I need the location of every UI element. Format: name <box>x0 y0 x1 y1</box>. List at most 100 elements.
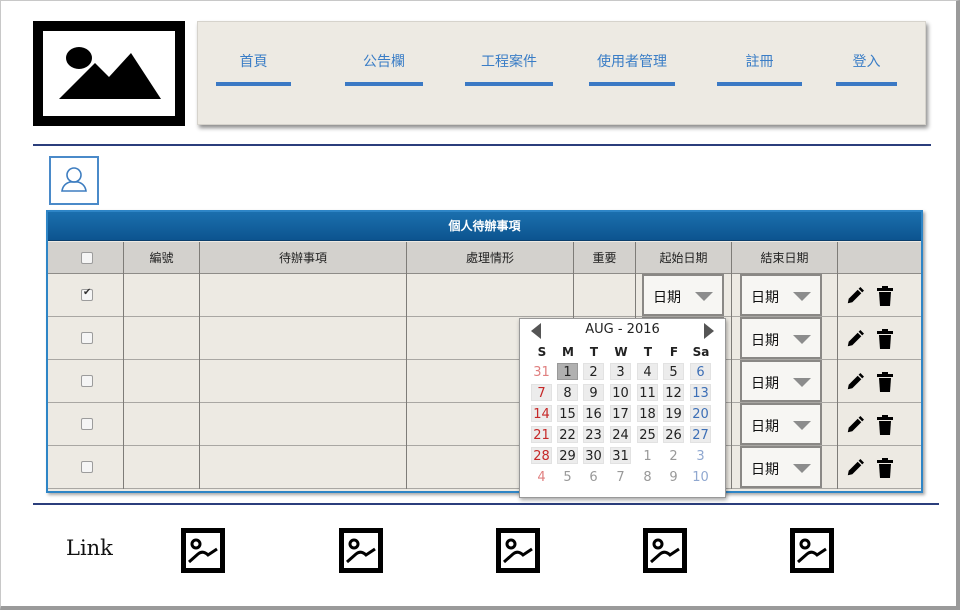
footer-image-link[interactable] <box>339 528 383 573</box>
table-row: 日期 日期 <box>48 274 921 317</box>
site-logo[interactable] <box>33 21 185 126</box>
calendar-day[interactable]: 30 <box>583 447 604 464</box>
row-checkbox[interactable] <box>81 461 93 473</box>
row-select-cell <box>48 317 124 360</box>
end-date-dropdown[interactable]: 日期 <box>740 274 822 316</box>
calendar-day[interactable]: 3 <box>610 363 631 380</box>
calendar-day[interactable]: 15 <box>557 405 578 422</box>
edit-pencil-icon[interactable] <box>846 329 864 349</box>
calendar-day[interactable]: 26 <box>663 426 684 443</box>
calendar-day[interactable]: 24 <box>610 426 631 443</box>
calendar-day[interactable]: 22 <box>557 426 578 443</box>
id-cell[interactable] <box>124 274 200 317</box>
calendar-day[interactable]: 8 <box>557 384 578 401</box>
nav-item-register[interactable]: 註冊 <box>717 52 802 86</box>
todo-cell[interactable] <box>200 446 407 489</box>
todo-cell[interactable] <box>200 274 407 317</box>
calendar-day[interactable]: 9 <box>583 384 604 401</box>
id-cell[interactable] <box>124 403 200 446</box>
calendar-day[interactable]: 13 <box>690 384 711 401</box>
calendar-day[interactable]: 21 <box>531 426 552 443</box>
header-divider <box>33 144 931 146</box>
row-checkbox[interactable] <box>81 418 93 430</box>
footer-image-link[interactable] <box>496 528 540 573</box>
calendar-day[interactable]: 5 <box>663 363 684 380</box>
nav-item-home[interactable]: 首頁 <box>216 52 291 86</box>
edit-pencil-icon[interactable] <box>846 458 864 478</box>
calendar-day[interactable]: 6 <box>583 468 604 485</box>
row-select-cell <box>48 403 124 446</box>
header-start-date: 起始日期 <box>636 242 732 274</box>
end-date-dropdown[interactable]: 日期 <box>740 446 822 488</box>
calendar-day[interactable]: 4 <box>637 363 658 380</box>
calendar-day[interactable]: 1 <box>557 363 578 380</box>
trash-icon[interactable] <box>876 372 894 392</box>
footer-image-link[interactable] <box>181 528 225 573</box>
nav-item-user-management[interactable]: 使用者管理 <box>589 52 675 86</box>
todo-cell[interactable] <box>200 317 407 360</box>
calendar-day[interactable]: 2 <box>663 447 684 464</box>
calendar-day[interactable]: 20 <box>690 405 711 422</box>
calendar-day[interactable]: 28 <box>531 447 552 464</box>
calendar-day[interactable]: 10 <box>610 384 631 401</box>
end-date-cell: 日期 <box>732 403 838 446</box>
edit-pencil-icon[interactable] <box>846 286 864 306</box>
edit-pencil-icon[interactable] <box>846 415 864 435</box>
calendar-day[interactable]: 4 <box>531 468 552 485</box>
row-checkbox[interactable] <box>81 287 93 301</box>
calendar-day[interactable]: 23 <box>583 426 604 443</box>
footer-link-label[interactable]: Link <box>66 536 113 560</box>
calendar-day[interactable]: 3 <box>690 447 711 464</box>
calendar-day[interactable]: 29 <box>557 447 578 464</box>
end-date-dropdown[interactable]: 日期 <box>740 403 822 445</box>
trash-icon[interactable] <box>876 415 894 435</box>
end-date-cell: 日期 <box>732 274 838 317</box>
nav-item-login[interactable]: 登入 <box>836 52 897 86</box>
nav-item-bulletin[interactable]: 公告欄 <box>345 52 423 86</box>
calendar-day[interactable]: 12 <box>663 384 684 401</box>
calendar-day[interactable]: 2 <box>583 363 604 380</box>
end-date-dropdown[interactable]: 日期 <box>740 317 822 359</box>
row-checkbox[interactable] <box>81 332 93 344</box>
image-placeholder-icon <box>186 533 220 568</box>
calendar-day[interactable]: 1 <box>637 447 658 464</box>
select-all-checkbox[interactable] <box>81 252 93 264</box>
footer-image-link[interactable] <box>643 528 687 573</box>
nav-item-projects[interactable]: 工程案件 <box>465 52 553 86</box>
trash-icon[interactable] <box>876 458 894 478</box>
edit-pencil-icon[interactable] <box>846 372 864 392</box>
calendar-day[interactable]: 7 <box>610 468 631 485</box>
end-date-dropdown[interactable]: 日期 <box>740 360 822 402</box>
todo-cell[interactable] <box>200 403 407 446</box>
calendar-day[interactable]: 25 <box>637 426 658 443</box>
todo-cell[interactable] <box>200 360 407 403</box>
trash-icon[interactable] <box>876 286 894 306</box>
id-cell[interactable] <box>124 360 200 403</box>
footer-image-link[interactable] <box>790 528 834 573</box>
trash-icon[interactable] <box>876 329 894 349</box>
priority-cell[interactable] <box>574 274 636 317</box>
calendar-day[interactable]: 16 <box>583 405 604 422</box>
calendar-day[interactable]: 8 <box>637 468 658 485</box>
calendar-day[interactable]: 11 <box>637 384 658 401</box>
calendar-day[interactable]: 31 <box>531 363 552 380</box>
calendar-day[interactable]: 18 <box>637 405 658 422</box>
calendar-day[interactable]: 9 <box>663 468 684 485</box>
row-checkbox[interactable] <box>81 375 93 387</box>
calendar-day[interactable]: 7 <box>531 384 552 401</box>
calendar-day[interactable]: 31 <box>610 447 631 464</box>
start-date-dropdown[interactable]: 日期 <box>642 274 724 316</box>
id-cell[interactable] <box>124 317 200 360</box>
user-profile-button[interactable] <box>49 156 99 205</box>
calendar-day[interactable]: 27 <box>690 426 711 443</box>
calendar-day[interactable]: 10 <box>690 468 711 485</box>
calendar-day[interactable]: 6 <box>690 363 711 380</box>
calendar-day[interactable]: 17 <box>610 405 631 422</box>
next-month-arrow-icon[interactable] <box>704 323 714 339</box>
status-cell[interactable] <box>407 274 574 317</box>
chevron-down-icon <box>793 464 811 473</box>
calendar-day[interactable]: 19 <box>663 405 684 422</box>
id-cell[interactable] <box>124 446 200 489</box>
calendar-day[interactable]: 5 <box>557 468 578 485</box>
calendar-day[interactable]: 14 <box>531 405 552 422</box>
